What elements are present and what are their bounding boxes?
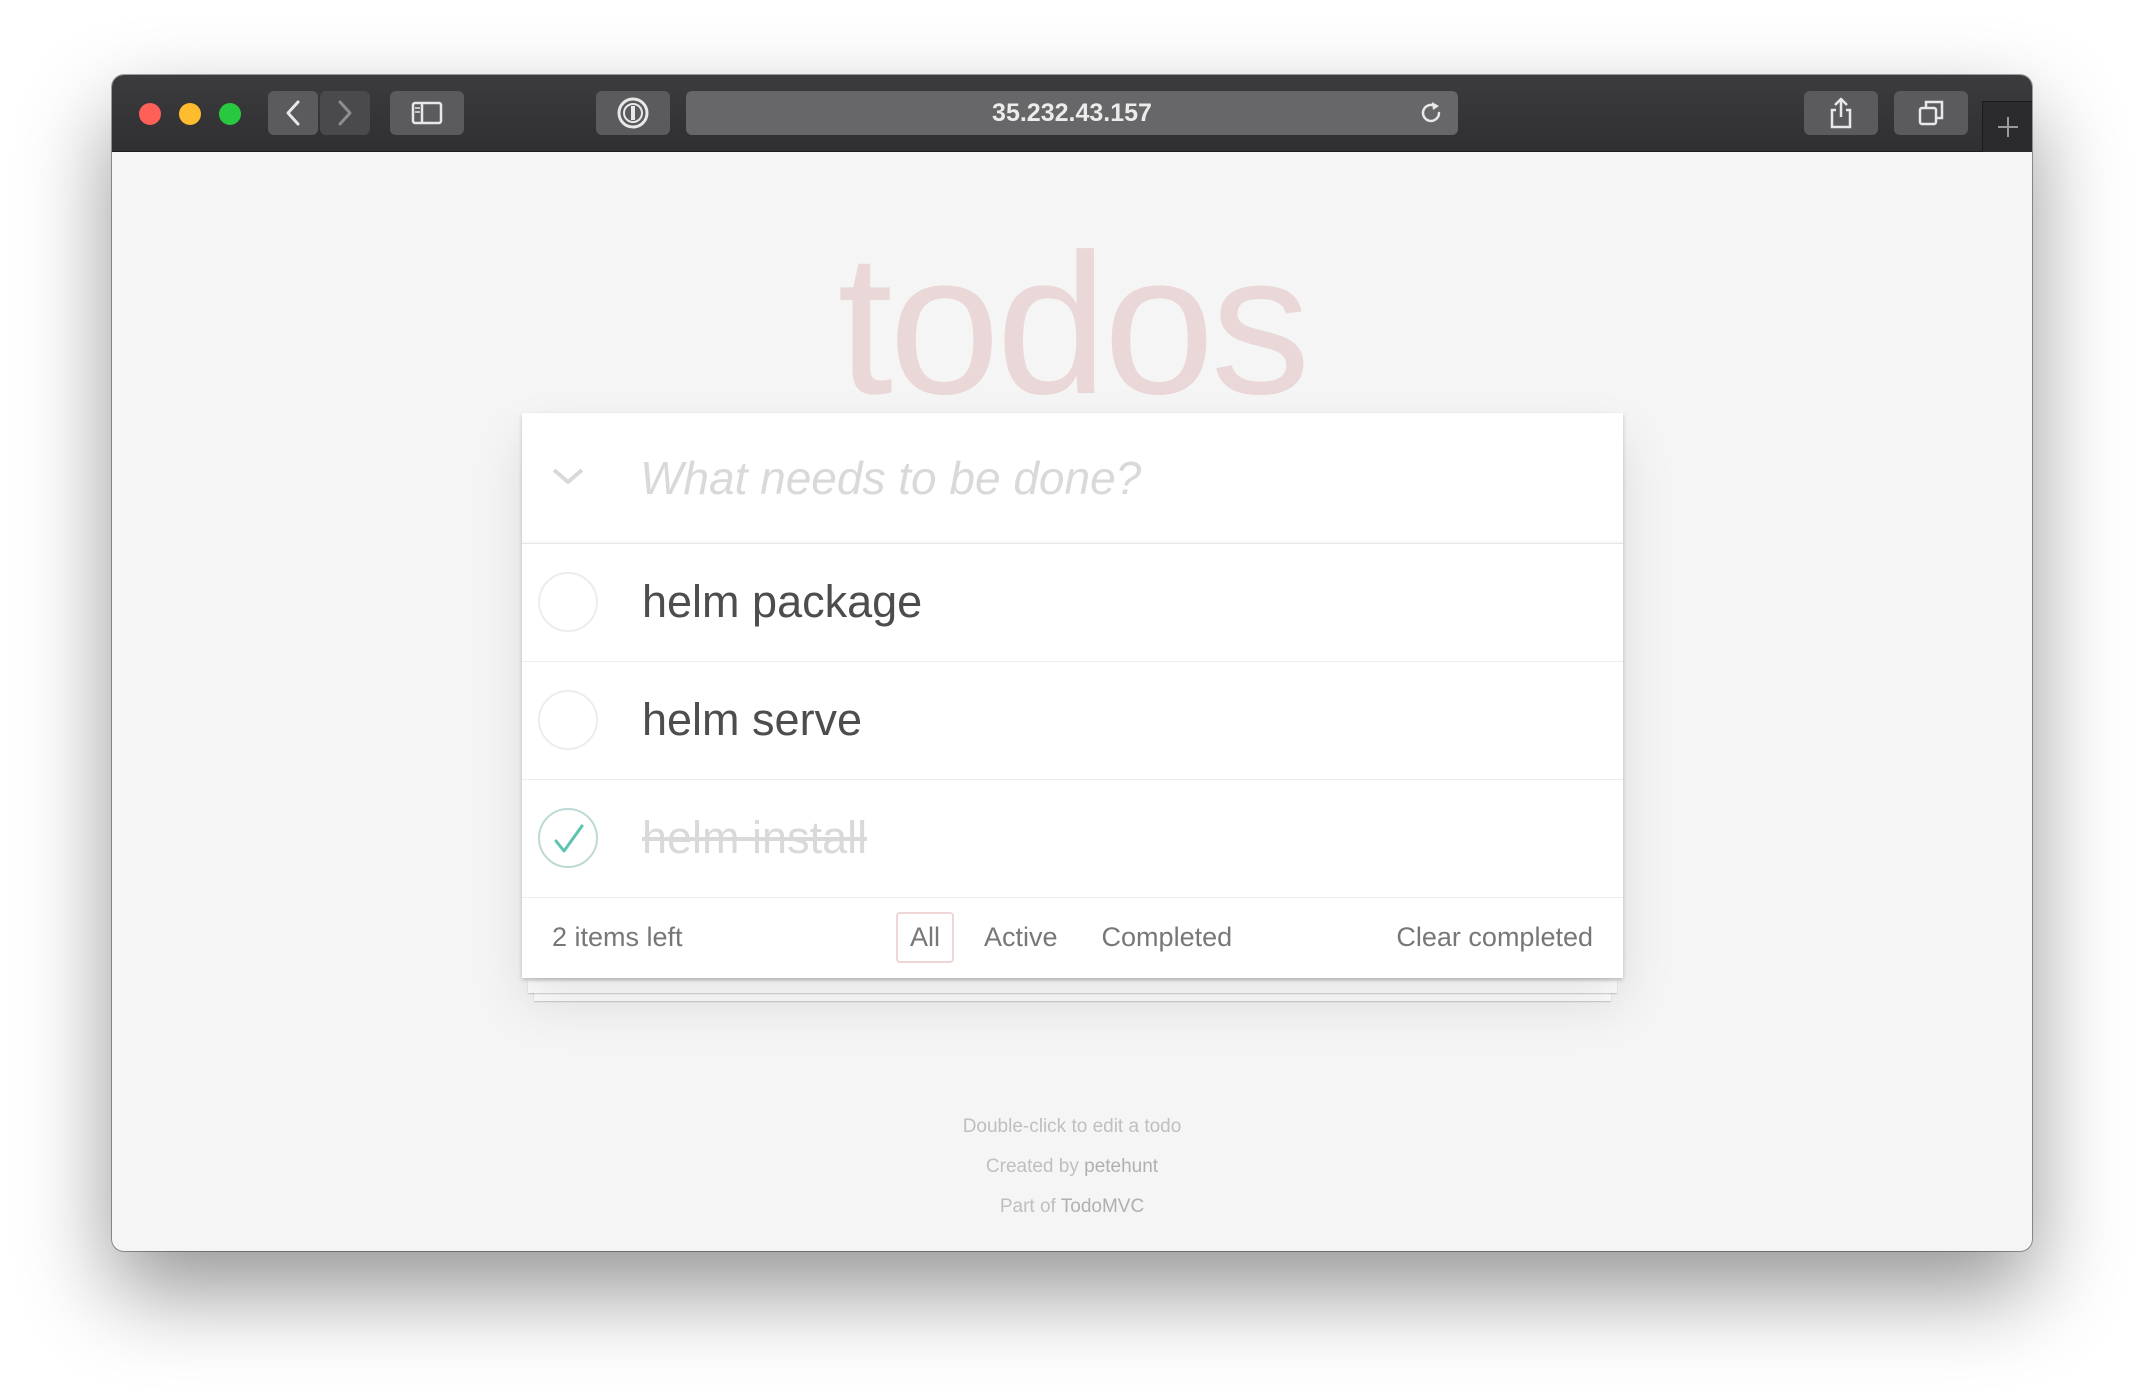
todo-title: helm package	[642, 576, 923, 627]
filter-completed[interactable]: Completed	[1088, 912, 1247, 963]
filter-active[interactable]: Active	[970, 912, 1072, 963]
share-icon	[1830, 97, 1852, 129]
tabs-icon	[1918, 100, 1944, 126]
part-of-prefix: Part of	[999, 1196, 1056, 1217]
new-todo-input[interactable]	[640, 443, 1590, 513]
todo-item[interactable]: helm package	[522, 544, 1623, 662]
zoom-window-button[interactable]	[219, 103, 241, 125]
forward-button[interactable]	[320, 91, 370, 135]
todo-title: helm install	[642, 812, 868, 863]
address-text: 35.232.43.157	[992, 98, 1152, 127]
checkmark-icon	[554, 824, 584, 853]
clear-completed-button[interactable]: Clear completed	[1396, 922, 1593, 953]
todomvc-link[interactable]: TodoMVC	[1061, 1196, 1144, 1217]
chevron-right-icon	[338, 100, 352, 126]
password-manager-button[interactable]	[596, 91, 670, 135]
password-manager-icon	[617, 97, 649, 129]
info-footer: Double-click to edit a todo Created by p…	[112, 1107, 2032, 1227]
share-button[interactable]	[1804, 91, 1878, 135]
app-heading: todos	[837, 213, 1310, 436]
new-tab-button[interactable]	[1982, 101, 2032, 152]
todo-app: helm package helm serve helm install 2 i…	[522, 413, 1623, 1001]
todo-toggle-checkbox[interactable]	[538, 808, 598, 868]
created-by-prefix: Created by	[985, 1156, 1079, 1177]
author-link[interactable]: petehunt	[1084, 1156, 1158, 1177]
filter-all[interactable]: All	[896, 912, 955, 963]
new-todo-row	[522, 413, 1623, 544]
close-window-button[interactable]	[139, 103, 161, 125]
part-of-line: Part of TodoMVC	[112, 1187, 2032, 1227]
todo-item[interactable]: helm install	[522, 780, 1623, 898]
minimize-window-button[interactable]	[179, 103, 201, 125]
created-by-line: Created by petehunt	[112, 1147, 2032, 1187]
todo-toggle-checkbox[interactable]	[538, 690, 598, 750]
card-stack-shadow	[528, 981, 1617, 993]
browser-toolbar: 35.232.43.157	[112, 75, 2032, 152]
sidebar-toggle-button[interactable]	[390, 91, 464, 135]
todo-card: helm package helm serve helm install 2 i…	[522, 413, 1623, 978]
reload-icon[interactable]	[1418, 100, 1444, 126]
plus-icon	[1998, 117, 2018, 137]
sidebar-icon	[411, 101, 443, 125]
todo-item[interactable]: helm serve	[522, 662, 1623, 780]
tab-overview-button[interactable]	[1894, 91, 1968, 135]
items-left-count: 2 items left	[552, 922, 683, 952]
todo-toggle-checkbox[interactable]	[538, 572, 598, 632]
todo-title: helm serve	[642, 694, 863, 745]
edit-hint: Double-click to edit a todo	[962, 1116, 1182, 1137]
filter-list: All Active Completed	[888, 912, 1254, 963]
chevron-left-icon	[286, 100, 300, 126]
address-bar[interactable]: 35.232.43.157	[686, 91, 1458, 135]
toggle-all-icon[interactable]	[548, 465, 588, 489]
back-button[interactable]	[268, 91, 318, 135]
browser-window: 35.232.43.157 todos What needs to be don…	[112, 75, 2032, 1251]
todo-footer: 2 items left All Active Completed Clear co…	[522, 898, 1623, 978]
